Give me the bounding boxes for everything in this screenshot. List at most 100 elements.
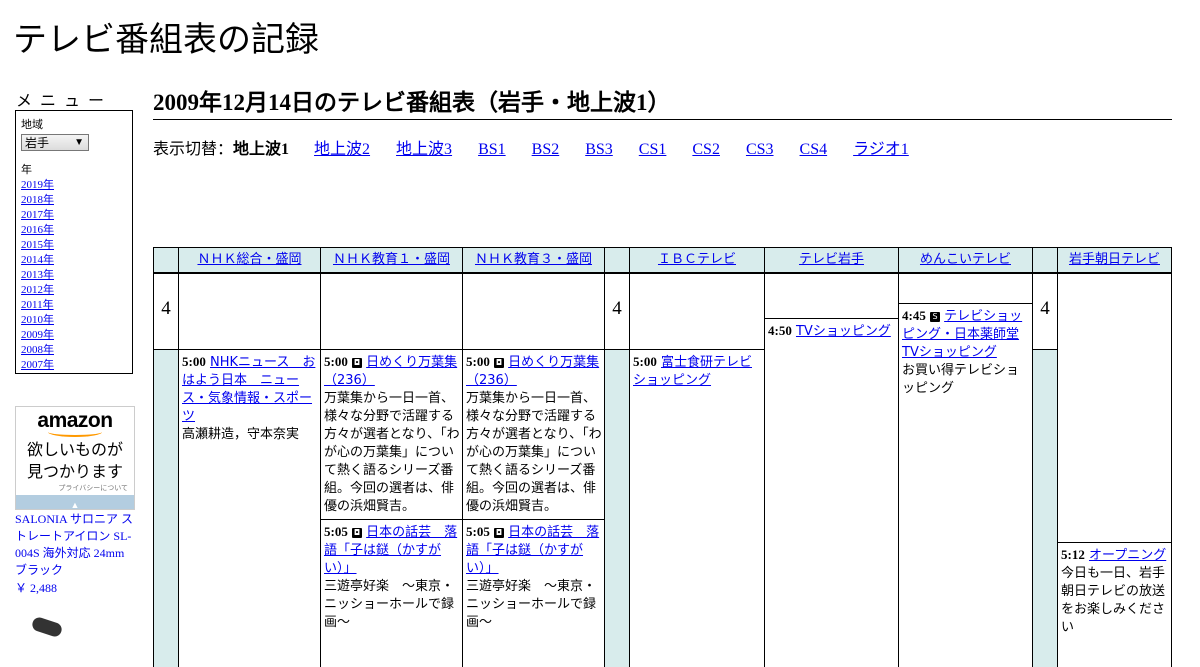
program-cell: 5:05 ◘ 日本の話芸 落語「子は鎹（かすがい）」 三遊亭好楽 ～東京・ニッシ… <box>462 519 605 667</box>
switcher-current: 地上波1 <box>233 141 290 158</box>
shopping-icon: S <box>929 312 940 322</box>
program-time: 5:00 <box>466 354 490 369</box>
year-link-2015[interactable]: 2015年 <box>21 238 127 253</box>
menu-panel: 地域 岩手 ▼ 年 2019年 2018年 2017年 2016年 2015年 … <box>15 110 133 374</box>
switcher-link-cs3[interactable]: CS3 <box>746 141 774 158</box>
program-cell: 5:00 富士食研テレビショッピング <box>629 349 765 667</box>
hour-filler <box>604 349 630 667</box>
switcher-link-bs2[interactable]: BS2 <box>532 141 560 158</box>
chevron-down-icon: ▼ <box>74 137 84 148</box>
channel-header: ＩＢＣテレビ <box>629 247 765 273</box>
program-cell: 5:00 ◘ 日めくり万葉集（236） 万葉集から一日一首、様々な分野で活躍する… <box>462 349 605 520</box>
channel-column-menkoi: めんこいテレビ 4:45 S テレビショッピング・日本薬師堂TVショッピング お… <box>898 247 1033 667</box>
empty-slot <box>629 273 765 350</box>
switcher-link-radio1[interactable]: ラジオ1 <box>853 141 909 158</box>
program-description: 高瀬耕造，守本奈実 <box>182 427 300 442</box>
channel-column-ibc: ＩＢＣテレビ 5:00 富士食研テレビショッピング <box>629 247 765 667</box>
switcher-link-bs3[interactable]: BS3 <box>585 141 613 158</box>
channel-link-menkoi[interactable]: めんこいテレビ <box>920 252 1011 267</box>
menu-heading: メニュー <box>16 91 113 110</box>
site-title: テレビ番組表の記録 <box>13 20 319 60</box>
hour-column: 4 <box>1032 247 1058 667</box>
program-description: 万葉集から一日一首、様々な分野で活躍する方々が選者となり、「わが心の万葉集」につ… <box>466 391 602 514</box>
year-link-2016[interactable]: 2016年 <box>21 223 127 238</box>
switcher-link-bs1[interactable]: BS1 <box>478 141 506 158</box>
program-cell: 5:00 NHKニュース おはよう日本 ニュース・気象情報・スポーツ 高瀬耕造，… <box>178 349 321 667</box>
year-list: 2019年 2018年 2017年 2016年 2015年 2014年 2013… <box>21 178 127 373</box>
empty-slot <box>178 273 321 350</box>
hour-label: 4 <box>604 273 630 350</box>
switcher-link-terrestrial2[interactable]: 地上波2 <box>314 141 370 158</box>
program-time: 5:00 <box>324 354 348 369</box>
channel-link-nhk-edu3[interactable]: ＮＨＫ教育３・盛岡 <box>475 252 592 267</box>
channel-column-nhk-sogo: ＮＨＫ総合・盛岡 5:00 NHKニュース おはよう日本 ニュース・気象情報・ス… <box>178 247 321 667</box>
year-link-2008[interactable]: 2008年 <box>21 343 127 358</box>
channel-column-nhk-edu1: ＮＨＫ教育１・盛岡 5:00 ◘ 日めくり万葉集（236） 万葉集から一日一首、… <box>320 247 463 667</box>
channel-header: ＮＨＫ総合・盛岡 <box>178 247 321 273</box>
data-broadcast-icon: ◘ <box>493 528 504 538</box>
year-label: 年 <box>21 164 32 176</box>
ad-expand-bar[interactable]: ▲ <box>16 495 134 509</box>
year-link-2014[interactable]: 2014年 <box>21 253 127 268</box>
ad-product-price[interactable]: ￥ 2,488 <box>15 579 57 596</box>
program-time: 5:12 <box>1061 547 1085 562</box>
program-description: 三遊亭好楽 ～東京・ニッショーホールで録画～ <box>324 579 455 630</box>
ad-copy: 欲しいものが 見つかります <box>16 439 134 483</box>
program-cell: 5:05 ◘ 日本の話芸 落語「子は鎹（かすがい）」 三遊亭好楽 ～東京・ニッシ… <box>320 519 463 667</box>
hour-column-header <box>153 247 179 273</box>
year-link-2019[interactable]: 2019年 <box>21 178 127 193</box>
switcher-link-cs2[interactable]: CS2 <box>692 141 720 158</box>
schedule-grid: 4 ＮＨＫ総合・盛岡 5:00 NHKニュース おはよう日本 ニュース・気象情報… <box>153 247 1172 667</box>
hour-column-header <box>604 247 630 273</box>
ad-product-link[interactable]: SALONIA サロニア ストレートアイロン SL-004S 海外対応 24mm… <box>15 511 137 579</box>
channel-link-nhk-sogo[interactable]: ＮＨＫ総合・盛岡 <box>197 252 301 267</box>
channel-header: 岩手朝日テレビ <box>1057 247 1172 273</box>
ad-copy-line1: 欲しいものが <box>26 440 123 459</box>
program-description: 万葉集から一日一首、様々な分野で活躍する方々が選者となり、「わが心の万葉集」につ… <box>324 391 460 514</box>
empty-slot <box>320 273 463 350</box>
program-cell: 4:50 TVショッピング <box>764 318 899 667</box>
switcher-label: 表示切替： <box>153 141 234 158</box>
channel-column-iwate-asahi: 岩手朝日テレビ 5:12 オープニング 今日も一日、岩手朝日テレビの放送をお楽し… <box>1057 247 1172 667</box>
hour-filler <box>1032 349 1058 667</box>
program-time: 5:05 <box>466 524 490 539</box>
program-time: 5:05 <box>324 524 348 539</box>
year-link-2009[interactable]: 2009年 <box>21 328 127 343</box>
empty-slot <box>462 273 605 350</box>
program-title-link[interactable]: TVショッピング <box>796 324 891 339</box>
year-link-2011[interactable]: 2011年 <box>21 298 127 313</box>
hour-filler <box>153 349 179 667</box>
channel-link-tv-iwate[interactable]: テレビ岩手 <box>799 252 864 267</box>
channel-header: テレビ岩手 <box>764 247 899 273</box>
ad-privacy-link[interactable]: プライバシーについて <box>16 483 134 493</box>
channel-link-nhk-edu1[interactable]: ＮＨＫ教育１・盛岡 <box>333 252 450 267</box>
hour-label: 4 <box>1032 273 1058 350</box>
program-description: 今日も一日、岩手朝日テレビの放送をお楽しみください <box>1061 566 1166 635</box>
program-description: 三遊亭好楽 ～東京・ニッショーホールで録画～ <box>466 579 597 630</box>
amazon-ad-banner[interactable]: amazon 欲しいものが 見つかります プライバシーについて ▲ <box>15 406 135 510</box>
year-link-2013[interactable]: 2013年 <box>21 268 127 283</box>
data-broadcast-icon: ◘ <box>351 528 362 538</box>
program-time: 4:50 <box>768 323 792 338</box>
switcher-link-terrestrial3[interactable]: 地上波3 <box>396 141 452 158</box>
program-description: お買い得テレビショッピング <box>902 363 1020 396</box>
year-link-2018[interactable]: 2018年 <box>21 193 127 208</box>
region-label: 地域 <box>21 119 43 131</box>
year-link-2017[interactable]: 2017年 <box>21 208 127 223</box>
channel-link-ibc[interactable]: ＩＢＣテレビ <box>658 252 736 267</box>
year-link-2010[interactable]: 2010年 <box>21 313 127 328</box>
empty-slot <box>1057 273 1172 543</box>
channel-link-iwate-asahi[interactable]: 岩手朝日テレビ <box>1069 252 1160 267</box>
region-select[interactable]: 岩手 ▼ <box>21 134 89 151</box>
year-link-2012[interactable]: 2012年 <box>21 283 127 298</box>
program-title-link[interactable]: オープニング <box>1089 548 1166 563</box>
channel-header: めんこいテレビ <box>898 247 1033 273</box>
channel-column-nhk-edu3: ＮＨＫ教育３・盛岡 5:00 ◘ 日めくり万葉集（236） 万葉集から一日一首、… <box>462 247 605 667</box>
hour-column: 4 <box>604 247 630 667</box>
switcher-link-cs1[interactable]: CS1 <box>639 141 667 158</box>
switcher-link-cs4[interactable]: CS4 <box>800 141 828 158</box>
ad-product-image[interactable] <box>30 615 64 639</box>
year-link-2007[interactable]: 2007年 <box>21 358 127 373</box>
chevron-up-icon: ▲ <box>70 500 80 510</box>
program-cell: 5:00 ◘ 日めくり万葉集（236） 万葉集から一日一首、様々な分野で活躍する… <box>320 349 463 520</box>
